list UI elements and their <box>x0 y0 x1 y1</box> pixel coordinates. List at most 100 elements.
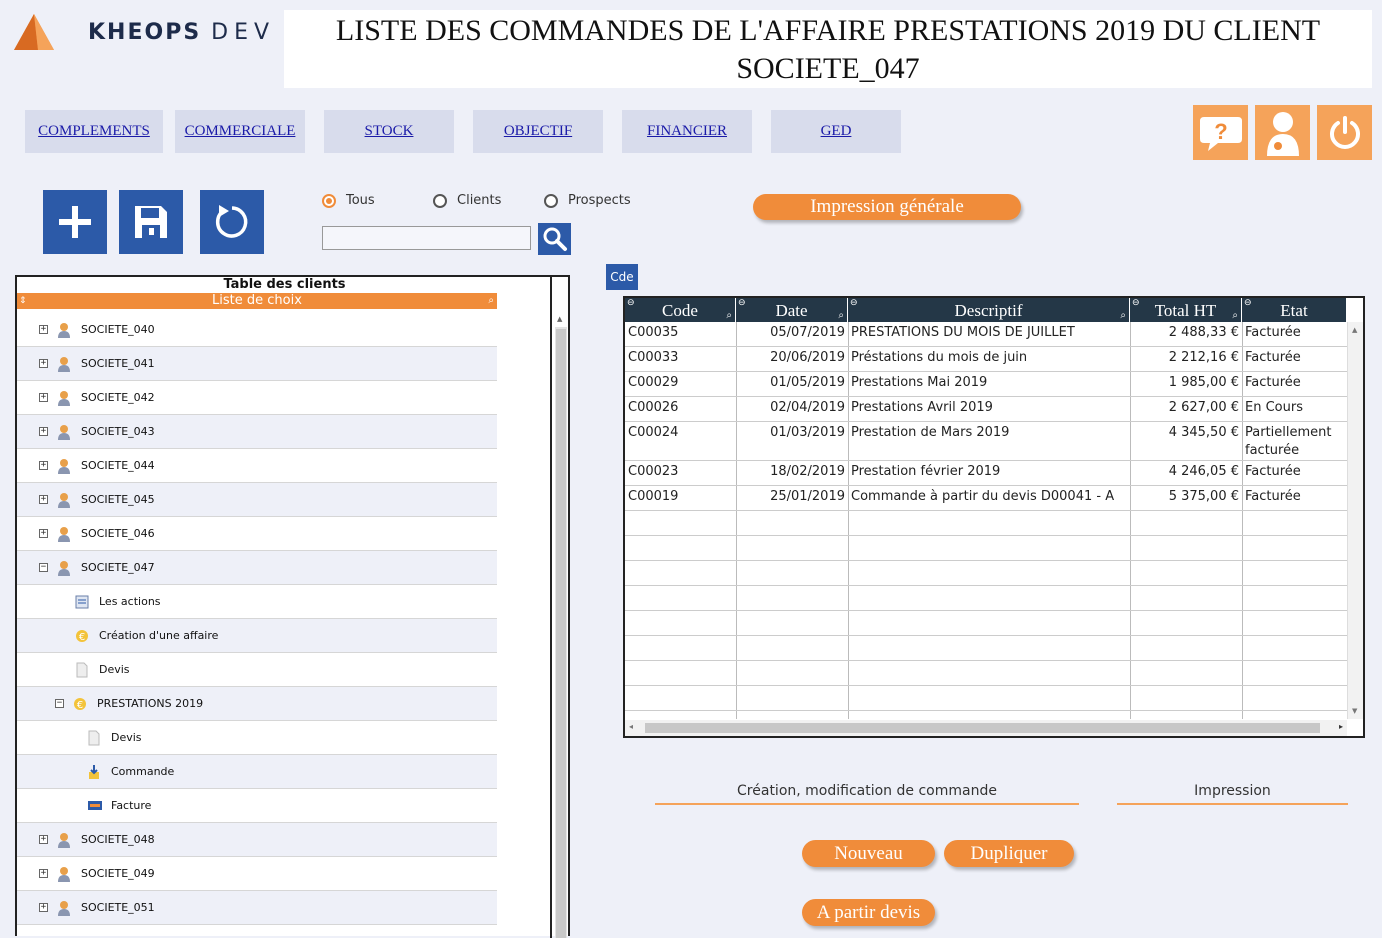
print-all-button[interactable]: Impression générale <box>753 194 1021 220</box>
table-cell: Facturée <box>1245 350 1301 365</box>
filter-prospects[interactable]: Prospects <box>544 193 631 208</box>
table-cell: PRESTATIONS DU MOIS DE JUILLET <box>851 325 1075 340</box>
sort-icon[interactable]: ⊖ <box>627 298 635 308</box>
save-button[interactable] <box>119 190 183 254</box>
tree-row[interactable]: − € PRESTATIONS 2019 <box>17 687 497 721</box>
new-button[interactable]: Nouveau <box>802 840 935 867</box>
filter-search-icon[interactable]: ⌕ <box>1232 311 1238 321</box>
search-input[interactable] <box>322 226 531 250</box>
user-button[interactable] <box>1255 105 1310 160</box>
expand-icon[interactable]: + <box>39 835 48 844</box>
nav-commerciale[interactable]: COMMERCIALE <box>175 110 305 153</box>
sort-icon[interactable]: ⊖ <box>1244 298 1252 308</box>
tree-row[interactable]: € Création d'une affaire <box>17 619 497 653</box>
nav-ged[interactable]: GED <box>771 110 901 153</box>
table-row[interactable]: C00033 20/06/2019 Préstations du mois de j… <box>625 347 1347 372</box>
radio-selected-icon[interactable] <box>322 193 336 208</box>
table-cell: 2 488,33 € <box>1168 325 1239 340</box>
tree-row[interactable]: + SOCIETE_043 <box>17 415 497 449</box>
expand-icon[interactable]: + <box>39 325 48 334</box>
expand-icon[interactable]: + <box>39 869 48 878</box>
duplicate-button[interactable]: Dupliquer <box>944 840 1074 867</box>
radio-icon[interactable] <box>544 193 558 208</box>
collapse-icon[interactable]: − <box>39 563 48 572</box>
tree-row[interactable]: + SOCIETE_045 <box>17 483 497 517</box>
tree-row[interactable]: + SOCIETE_051 <box>17 891 497 925</box>
tab-cde[interactable]: Cde <box>606 264 638 290</box>
tree-row-label: SOCIETE_043 <box>81 425 155 438</box>
tree-row[interactable]: Facture <box>17 789 497 823</box>
tree-row[interactable]: + SOCIETE_046 <box>17 517 497 551</box>
column-header[interactable]: ⊖ Date ⌕ <box>736 298 848 322</box>
expand-icon[interactable]: + <box>39 393 48 402</box>
nav-stock[interactable]: STOCK <box>324 110 454 153</box>
scroll-up-icon[interactable]: ▲ <box>1352 326 1357 334</box>
grid-vertical-scrollbar[interactable]: ▲ ▼ <box>1347 322 1363 719</box>
expand-icon[interactable]: + <box>39 495 48 504</box>
grid-scroll-thumb[interactable] <box>645 723 1320 733</box>
table-row[interactable]: C00019 25/01/2019 Commande à partir du dev… <box>625 486 1347 511</box>
logout-button[interactable] <box>1317 105 1372 160</box>
search-icon[interactable]: ⌕ <box>488 293 494 309</box>
tree-row[interactable]: + SOCIETE_041 <box>17 347 497 381</box>
expand-icon[interactable]: + <box>39 359 48 368</box>
expand-icon[interactable]: + <box>39 529 48 538</box>
scroll-up-icon[interactable]: ▲ <box>557 315 562 323</box>
nav-financier[interactable]: FINANCIER <box>622 110 752 153</box>
sort-icon[interactable]: ⊖ <box>1132 298 1140 308</box>
table-cell: Prestations Avril 2019 <box>851 400 993 415</box>
nav-objectif[interactable]: OBJECTIF <box>473 110 603 153</box>
column-header[interactable]: ⊖ Descriptif ⌕ <box>848 298 1130 322</box>
help-icon: ? <box>1199 116 1242 151</box>
scroll-right-icon[interactable]: ▸ <box>1339 722 1343 731</box>
nav-complements[interactable]: COMPLEMENTS <box>25 110 163 153</box>
add-button[interactable] <box>43 190 107 254</box>
column-header[interactable]: ⊖ Code ⌕ <box>625 298 736 322</box>
tree-row[interactable]: Commande <box>17 755 497 789</box>
tree-row[interactable]: + SOCIETE_048 <box>17 823 497 857</box>
tree-scroll-thumb[interactable] <box>556 329 566 938</box>
tree-row[interactable]: Les actions <box>17 585 497 619</box>
table-row[interactable]: C00035 05/07/2019 PRESTATIONS DU MOIS DE J… <box>625 322 1347 347</box>
search-button[interactable] <box>538 223 571 255</box>
from-quote-button[interactable]: A partir devis <box>802 899 935 926</box>
column-header[interactable]: ⊖ Total HT ⌕ <box>1130 298 1242 322</box>
invoice-icon <box>87 798 102 814</box>
expand-icon[interactable]: + <box>39 461 48 470</box>
expand-icon[interactable]: + <box>39 903 48 912</box>
table-row[interactable]: C00023 18/02/2019 Prestation février 2019 4… <box>625 461 1347 486</box>
filter-tous[interactable]: Tous <box>322 193 375 208</box>
table-row[interactable]: C00029 01/05/2019 Prestations Mai 2019 1 98… <box>625 372 1347 397</box>
table-cell: 2 212,16 € <box>1168 350 1239 365</box>
tree-row[interactable]: + SOCIETE_049 <box>17 857 497 891</box>
tree-row[interactable]: + SOCIETE_044 <box>17 449 497 483</box>
filter-clients[interactable]: Clients <box>433 193 501 208</box>
empty-row <box>625 511 1347 536</box>
tree-row[interactable]: Devis <box>17 653 497 687</box>
radio-icon[interactable] <box>433 193 447 208</box>
table-row[interactable]: C00026 02/04/2019 Prestations Avril 2019 2 … <box>625 397 1347 422</box>
sort-icon[interactable]: ⊖ <box>850 298 858 308</box>
sort-icon[interactable]: ⇕ <box>19 293 27 309</box>
scroll-left-icon[interactable]: ◂ <box>629 722 633 731</box>
tree-row[interactable]: Devis <box>17 721 497 755</box>
tree-row[interactable]: + SOCIETE_042 <box>17 381 497 415</box>
collapse-icon[interactable]: − <box>55 699 64 708</box>
tree-row[interactable]: − SOCIETE_047 <box>17 551 497 585</box>
sort-icon[interactable]: ⊖ <box>738 298 746 308</box>
tree-chooser[interactable]: ⇕ Liste de choix ⌕ <box>17 293 497 309</box>
filter-search-icon[interactable]: ⌕ <box>1120 311 1126 321</box>
table-row[interactable]: C00024 01/03/2019 Prestation de Mars 2019 4… <box>625 422 1347 461</box>
grid-horizontal-scrollbar[interactable]: ◂ ▸ <box>625 720 1347 736</box>
expand-icon[interactable]: + <box>39 427 48 436</box>
refresh-button[interactable] <box>200 190 264 254</box>
tree-row-label: Création d'une affaire <box>99 629 219 642</box>
svg-text:€: € <box>77 700 83 711</box>
scroll-down-icon[interactable]: ▼ <box>1352 707 1357 715</box>
help-button[interactable]: ? <box>1193 105 1248 160</box>
tree-row[interactable]: + SOCIETE_040 <box>17 313 497 347</box>
filter-search-icon[interactable]: ⌕ <box>838 311 844 321</box>
pyramid-logo-icon <box>14 14 54 50</box>
column-header[interactable]: ⊖ Etat <box>1242 298 1347 322</box>
filter-search-icon[interactable]: ⌕ <box>726 311 732 321</box>
